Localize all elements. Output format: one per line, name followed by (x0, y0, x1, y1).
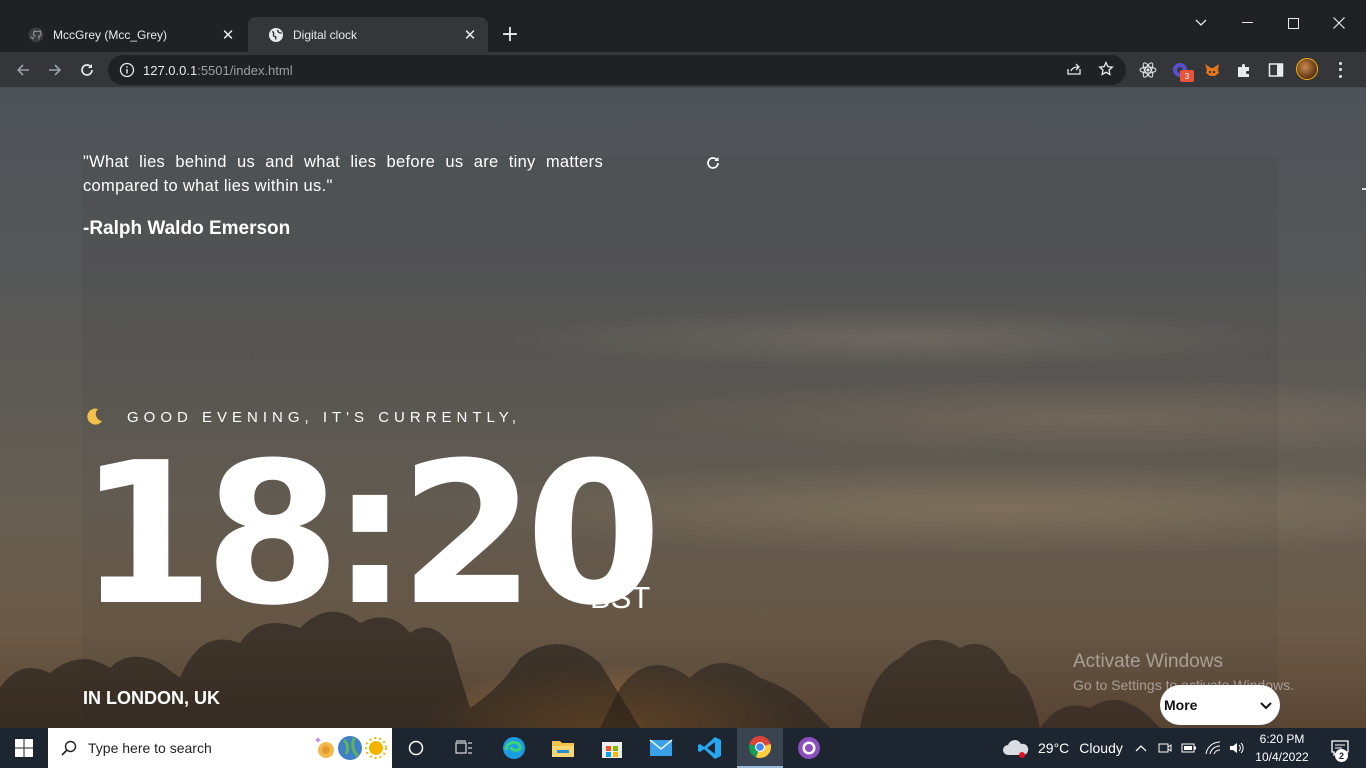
quote-text: "What lies behind us and what lies befor… (83, 153, 603, 195)
tab-title: MccGrey (Mcc_Grey) (53, 27, 167, 42)
extension-badge: 3 (1180, 70, 1194, 82)
chevron-down-icon (1260, 697, 1272, 713)
vscode-icon[interactable] (690, 728, 730, 768)
edge-icon[interactable] (494, 728, 534, 768)
metamask-fox-icon[interactable] (1202, 60, 1222, 80)
weather-widget[interactable]: 29°C Cloudy (1002, 728, 1123, 768)
weather-temperature: 29°C (1038, 740, 1070, 756)
volume-icon[interactable] (1226, 728, 1248, 768)
info-icon[interactable] (118, 61, 136, 79)
side-panel-icon[interactable] (1266, 60, 1286, 80)
cloud-icon (1002, 738, 1030, 758)
reload-button[interactable] (74, 57, 100, 83)
search-highlight-icon (314, 735, 390, 761)
cortana-icon[interactable] (396, 728, 436, 768)
browser-toolbar: 127.0.0.1:5501/index.html (0, 52, 1366, 88)
bookmark-star-icon[interactable] (1098, 60, 1114, 81)
clock-page: "What lies behind us and what lies befor… (0, 88, 1366, 728)
forward-button[interactable] (42, 57, 68, 83)
address-bar[interactable]: 127.0.0.1:5501/index.html (108, 55, 1126, 85)
tab-search-chevron-icon[interactable] (1178, 8, 1224, 38)
notification-count-badge: 2 (1335, 749, 1348, 762)
maximize-button[interactable] (1270, 8, 1316, 38)
more-select-label: More (1164, 697, 1198, 713)
back-button[interactable] (10, 57, 36, 83)
profile-avatar[interactable] (1296, 58, 1318, 80)
timezone-label: BST (590, 580, 651, 615)
wifi-icon[interactable] (1202, 728, 1224, 768)
clock-time: 18:20 (78, 421, 662, 649)
window-top-border (0, 0, 1366, 8)
share-icon[interactable] (1066, 61, 1082, 81)
notification-center-icon[interactable] (1320, 728, 1360, 768)
quote-author: -Ralph Waldo Emerson (83, 218, 291, 239)
new-tab-button[interactable]: + (498, 22, 522, 47)
task-view-icon[interactable] (444, 728, 484, 768)
taskbar-date: 10/4/2022 (1255, 750, 1309, 764)
taskbar-time: 6:20 PM (1259, 732, 1305, 746)
taskbar-search-box[interactable]: Type here to search (48, 728, 392, 768)
windows-taskbar: Type here to search 29°C Cloudy 6:20 PM … (0, 728, 1366, 768)
scrollbar-marker[interactable] (1362, 188, 1366, 190)
search-placeholder: Type here to search (88, 740, 212, 756)
file-explorer-icon[interactable] (543, 728, 583, 768)
globe-icon (268, 27, 284, 43)
microsoft-store-icon[interactable] (592, 728, 632, 768)
chrome-taskbar-icon[interactable] (737, 728, 783, 768)
tab-title: Digital clock (293, 27, 358, 42)
close-tab-icon[interactable]: ✕ (218, 25, 238, 45)
github-desktop-icon[interactable] (789, 728, 829, 768)
tab-digital-clock[interactable]: Digital clock ✕ (248, 17, 488, 52)
location-label: IN LONDON, UK (83, 688, 220, 708)
taskbar-clock[interactable]: 6:20 PM 10/4/2022 (1252, 730, 1312, 766)
more-select[interactable]: More (1160, 685, 1280, 725)
mail-icon[interactable] (641, 728, 681, 768)
url-text: 127.0.0.1:5501/index.html (143, 63, 293, 78)
extensions-puzzle-icon[interactable] (1234, 60, 1254, 80)
url-path: :5501/index.html (197, 62, 293, 78)
chevron-up-icon[interactable] (1130, 728, 1152, 768)
close-window-button[interactable] (1316, 8, 1362, 38)
windows-start-icon[interactable] (0, 728, 48, 768)
url-host: 127.0.0.1 (143, 62, 198, 78)
browser-tab-strip: MccGrey (Mcc_Grey) ✕ Digital clock ✕ + (0, 0, 1366, 52)
weather-condition: Cloudy (1079, 740, 1123, 756)
battery-icon[interactable] (1178, 728, 1200, 768)
github-icon (28, 27, 44, 43)
watermark-title: Activate Windows (1073, 651, 1223, 672)
close-tab-icon[interactable]: ✕ (460, 25, 480, 45)
tab-github[interactable]: MccGrey (Mcc_Grey) ✕ (8, 17, 246, 52)
react-devtools-icon[interactable] (1138, 60, 1158, 80)
search-icon (60, 739, 78, 757)
minimize-button[interactable] (1224, 8, 1270, 38)
meet-now-icon[interactable] (1154, 728, 1176, 768)
refresh-quote-icon[interactable] (704, 154, 722, 172)
browser-menu-icon[interactable] (1332, 60, 1348, 80)
